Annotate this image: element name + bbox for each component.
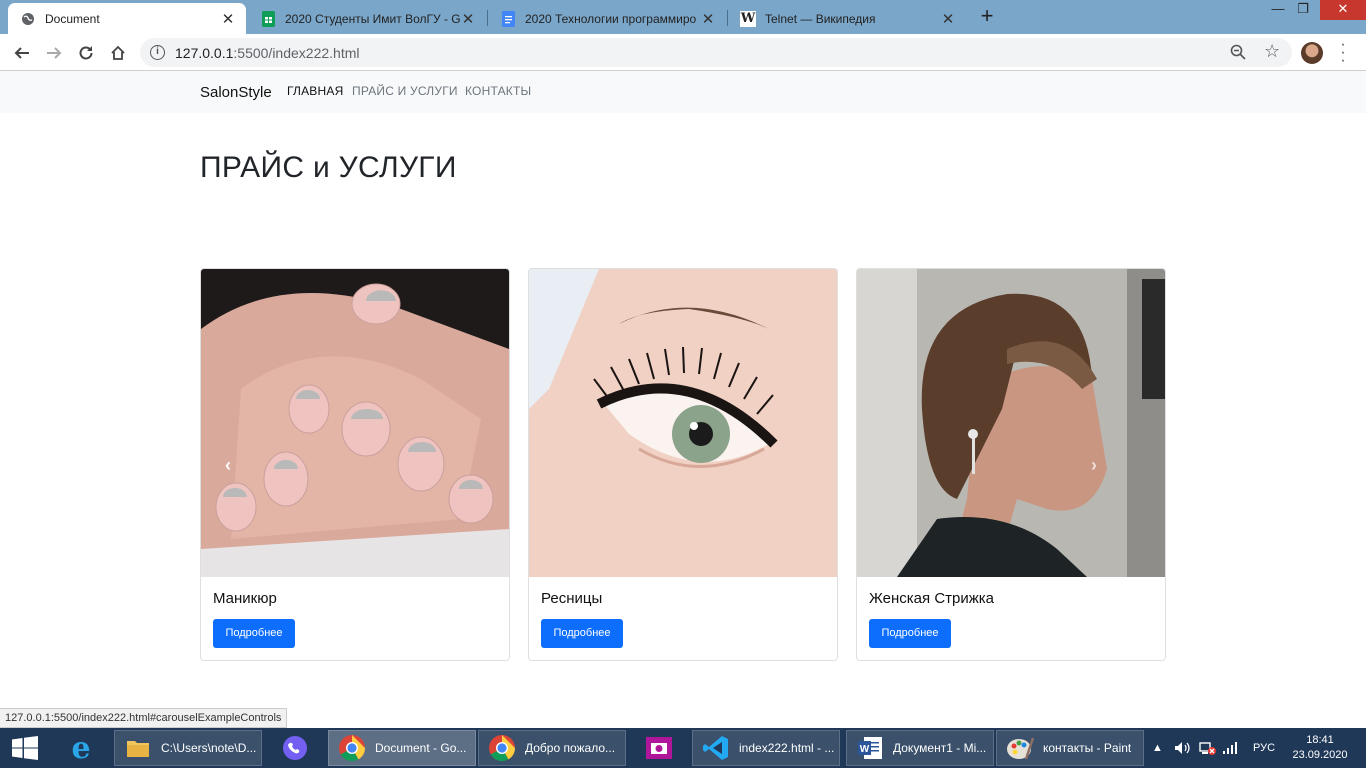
browser-menu-icon[interactable]: · · · [1338, 37, 1348, 69]
start-button[interactable] [6, 730, 46, 766]
card-title: Женская Стрижка [869, 590, 995, 607]
tab-docs[interactable]: 2020 Технологии программиро ✕ [488, 3, 726, 34]
site-navbar: SalonStyle ГЛАВНАЯ ПРАЙС И УСЛУГИ КОНТАК… [0, 71, 1366, 113]
wikipedia-icon: W [740, 10, 756, 27]
tab-close-icon[interactable]: ✕ [700, 10, 716, 28]
taskbar-camera[interactable] [636, 730, 682, 766]
url-text[interactable]: 127.0.0.1:5500/index222.html [175, 45, 359, 61]
details-button[interactable]: Подробнее [213, 619, 295, 648]
nav-link-prices[interactable]: ПРАЙС И УСЛУГИ [352, 84, 458, 98]
carousel-next-icon[interactable]: › [1084, 455, 1104, 475]
taskbar-explorer[interactable]: C:\Users\note\D... [114, 730, 262, 766]
tab-sheets[interactable]: 2020 Студенты Имит ВолГУ - Go ✕ [248, 3, 486, 34]
windows-taskbar: e C:\Users\note\D... Document - Go... До… [0, 728, 1366, 768]
back-icon[interactable] [10, 41, 34, 65]
taskbar-chrome-welcome[interactable]: Добро пожало... [478, 730, 626, 766]
tab-wikipedia[interactable]: W Telnet — Википедия ✕ [728, 3, 966, 34]
service-card-manicure: Маникюр Подробнее [200, 268, 510, 661]
zoom-icon[interactable] [1230, 44, 1246, 65]
tab-close-icon[interactable]: ✕ [220, 10, 236, 28]
details-button[interactable]: Подробнее [541, 619, 623, 648]
clock-date: 23.09.2020 [1292, 749, 1348, 761]
carousel-prev-icon[interactable]: ‹ [218, 455, 238, 475]
signal-icon[interactable] [1222, 728, 1238, 768]
nav-link-home[interactable]: ГЛАВНАЯ [287, 84, 343, 98]
browser-tab-strip: Document ✕ 2020 Студенты Имит ВолГУ - Go… [0, 0, 1366, 34]
globe-icon [20, 11, 36, 27]
home-icon[interactable] [106, 41, 130, 65]
chrome-icon [487, 733, 517, 763]
camera-icon [644, 733, 674, 763]
eyelashes-photo [529, 269, 837, 577]
google-sheets-icon [260, 10, 276, 27]
taskbar-viber[interactable] [272, 730, 318, 766]
windows-logo-icon [10, 733, 40, 763]
taskbar-paint[interactable]: контакты - Paint [996, 730, 1144, 766]
vscode-icon [701, 733, 731, 763]
viber-icon [280, 733, 310, 763]
chrome-icon [337, 733, 367, 763]
tab-close-icon[interactable]: ✕ [940, 10, 956, 28]
internet-explorer-icon: e [71, 730, 91, 766]
taskbar-chrome-document[interactable]: Document - Go... [328, 730, 476, 766]
tab-title: 2020 Технологии программиро [525, 11, 697, 26]
window-close-icon[interactable]: ✕ [1320, 0, 1366, 20]
paint-icon [1005, 733, 1035, 763]
folder-icon [123, 733, 153, 763]
taskbar-ie[interactable]: e [58, 730, 102, 766]
clock-time: 18:41 [1306, 734, 1334, 746]
page-title: ПРАЙС и УСЛУГИ [200, 151, 457, 184]
service-card-haircut: Женская Стрижка Подробнее [856, 268, 1166, 661]
volume-icon[interactable] [1174, 728, 1190, 768]
tab-close-icon[interactable]: ✕ [460, 10, 476, 28]
browser-toolbar: i 127.0.0.1:5500/index222.html ☆ · · · [0, 34, 1366, 71]
tab-title: 2020 Студенты Имит ВолГУ - Go [285, 11, 460, 26]
taskbar-word[interactable]: W Документ1 - Mi... [846, 730, 994, 766]
service-card-eyelashes: Ресницы Подробнее [528, 268, 838, 661]
google-docs-icon [500, 10, 516, 27]
profile-avatar[interactable] [1301, 42, 1323, 64]
card-title: Маникюр [213, 590, 277, 607]
details-button[interactable]: Подробнее [869, 619, 951, 648]
tab-title: Document [45, 11, 100, 26]
show-hidden-icons-icon[interactable]: ▲ [1152, 728, 1163, 768]
card-title: Ресницы [541, 590, 603, 607]
forward-icon[interactable] [42, 41, 66, 65]
manicure-photo [201, 269, 509, 577]
site-info-icon[interactable]: i [150, 45, 165, 60]
tab-title: Telnet — Википедия [765, 11, 876, 26]
svg-text:W: W [860, 744, 870, 755]
network-warning-icon[interactable] [1198, 728, 1216, 768]
nav-link-contacts[interactable]: КОНТАКТЫ [465, 84, 531, 98]
taskbar-vscode[interactable]: index222.html - ... [692, 730, 840, 766]
bookmark-star-icon[interactable]: ☆ [1264, 41, 1280, 62]
tab-document[interactable]: Document ✕ [8, 3, 246, 34]
word-icon: W [855, 733, 885, 763]
haircut-photo [857, 269, 1165, 577]
link-status-bubble: 127.0.0.1:5500/index222.html#carouselExa… [0, 708, 288, 728]
system-clock[interactable]: 18:41 23.09.2020 [1287, 733, 1353, 763]
reload-icon[interactable] [74, 41, 98, 65]
language-indicator[interactable]: РУС [1253, 728, 1275, 768]
site-brand[interactable]: SalonStyle [200, 84, 272, 101]
address-bar[interactable]: i 127.0.0.1:5500/index222.html ☆ [140, 38, 1292, 67]
new-tab-icon[interactable]: + [976, 5, 998, 28]
